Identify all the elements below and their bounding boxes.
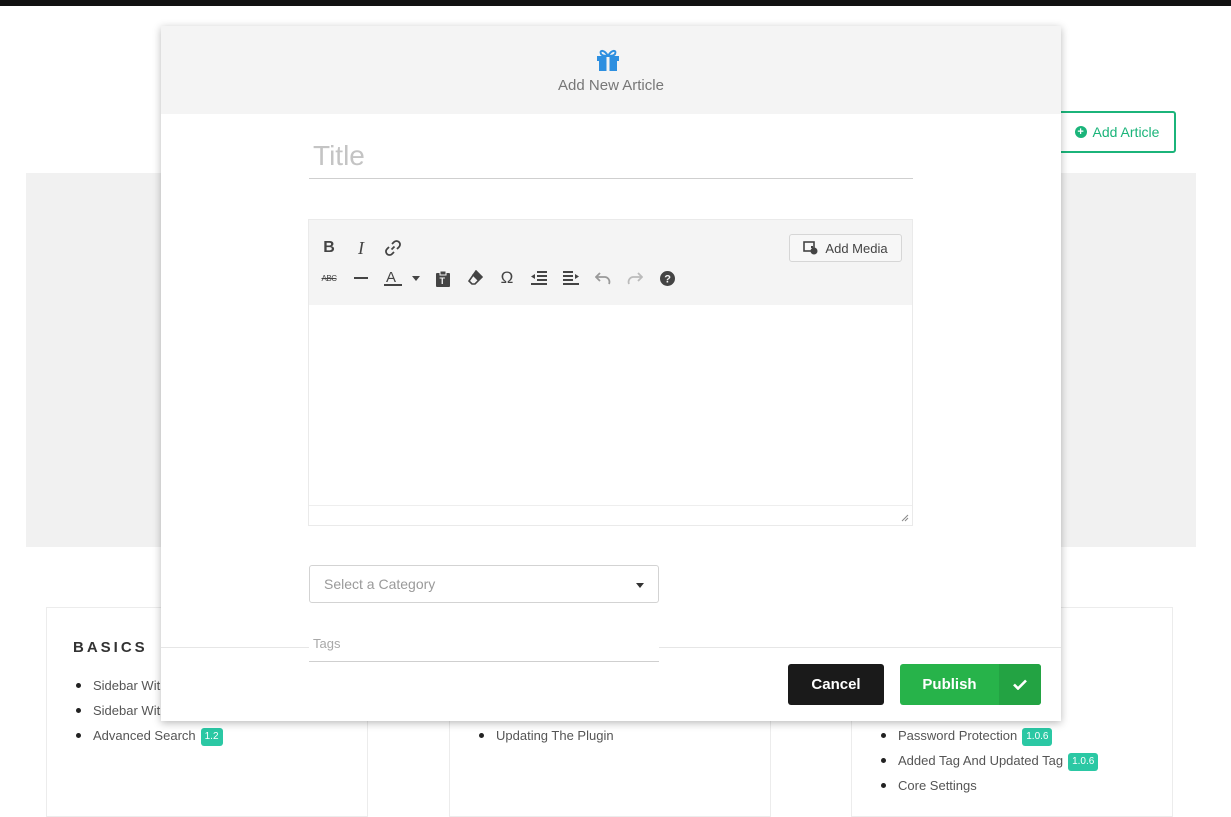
version-badge: 1.0.6 <box>1022 727 1053 746</box>
category-select[interactable]: Select a Category <box>309 565 659 603</box>
list-item[interactable]: Advanced Search 1.2 <box>73 726 223 751</box>
top-bar <box>0 0 1231 6</box>
version-badge: 1.2 <box>200 727 223 746</box>
rich-text-editor: B I Add Media ABC A T Ω ? <box>308 219 913 526</box>
article-list: Password Protection 1.0.6 Added Tag And U… <box>878 726 1099 801</box>
redo-icon[interactable] <box>622 266 648 290</box>
editor-toolbar: B I Add Media ABC A T Ω ? <box>309 220 912 305</box>
article-link[interactable]: Sidebar Wit <box>93 678 160 693</box>
indent-icon[interactable] <box>558 266 584 290</box>
article-link[interactable]: Updating The Plugin <box>496 728 614 743</box>
editor-content-area[interactable] <box>309 305 912 506</box>
gift-icon <box>597 49 619 71</box>
clear-formatting-icon[interactable] <box>462 266 488 290</box>
horizontal-rule-icon[interactable] <box>348 266 374 290</box>
modal-header: Add New Article <box>161 26 1061 114</box>
list-item[interactable]: Updating The Plugin <box>476 726 614 751</box>
category-select-placeholder: Select a Category <box>324 576 436 592</box>
article-list: Updating The Plugin <box>476 726 614 751</box>
editor-statusbar <box>309 506 912 525</box>
svg-text:T: T <box>440 276 446 286</box>
tags-input[interactable] <box>309 626 659 662</box>
strikethrough-icon[interactable]: ABC <box>316 266 342 290</box>
help-icon[interactable]: ? <box>654 266 680 290</box>
add-media-button[interactable]: Add Media <box>789 234 902 262</box>
publish-button[interactable]: Publish <box>900 664 1041 705</box>
text-color-icon[interactable]: A <box>380 266 424 290</box>
add-article-label: Add Article <box>1092 124 1160 140</box>
svg-text:A: A <box>386 269 396 286</box>
version-badge: 1.0.6 <box>1068 752 1099 771</box>
list-item[interactable]: Core Settings <box>878 776 1098 801</box>
article-link[interactable]: Added Tag And Updated Tag <box>898 753 1063 768</box>
publish-label: Publish <box>922 676 977 693</box>
resize-handle-icon[interactable] <box>900 513 909 522</box>
special-character-icon[interactable]: Ω <box>494 266 520 290</box>
cancel-button[interactable]: Cancel <box>788 664 884 705</box>
plus-circle-icon: + <box>1074 126 1087 138</box>
category-card-title: BASICS <box>73 639 148 656</box>
outdent-icon[interactable] <box>526 266 552 290</box>
svg-text:?: ? <box>664 273 671 285</box>
article-link[interactable]: Core Settings <box>898 778 977 793</box>
undo-icon[interactable] <box>590 266 616 290</box>
media-icon <box>803 240 818 254</box>
check-icon <box>999 664 1041 705</box>
paste-text-icon[interactable]: T <box>430 266 456 290</box>
add-article-button[interactable]: + Add Article <box>1058 111 1176 153</box>
list-item[interactable]: Added Tag And Updated Tag 1.0.6 <box>878 751 1099 776</box>
article-link[interactable]: Password Protection <box>898 728 1017 743</box>
add-media-label: Add Media <box>825 240 888 256</box>
bold-icon[interactable]: B <box>316 236 342 260</box>
modal-title: Add New Article <box>558 77 664 94</box>
list-item[interactable]: Password Protection 1.0.6 <box>878 726 1098 751</box>
article-link[interactable]: Advanced Search <box>93 728 196 743</box>
title-input[interactable] <box>309 133 913 179</box>
chevron-down-icon <box>636 583 644 588</box>
link-icon[interactable] <box>380 236 406 260</box>
add-article-modal: Add New Article B I Add Media ABC A T <box>161 26 1061 721</box>
article-link[interactable]: Sidebar Wit <box>93 703 160 718</box>
italic-icon[interactable]: I <box>348 236 374 260</box>
